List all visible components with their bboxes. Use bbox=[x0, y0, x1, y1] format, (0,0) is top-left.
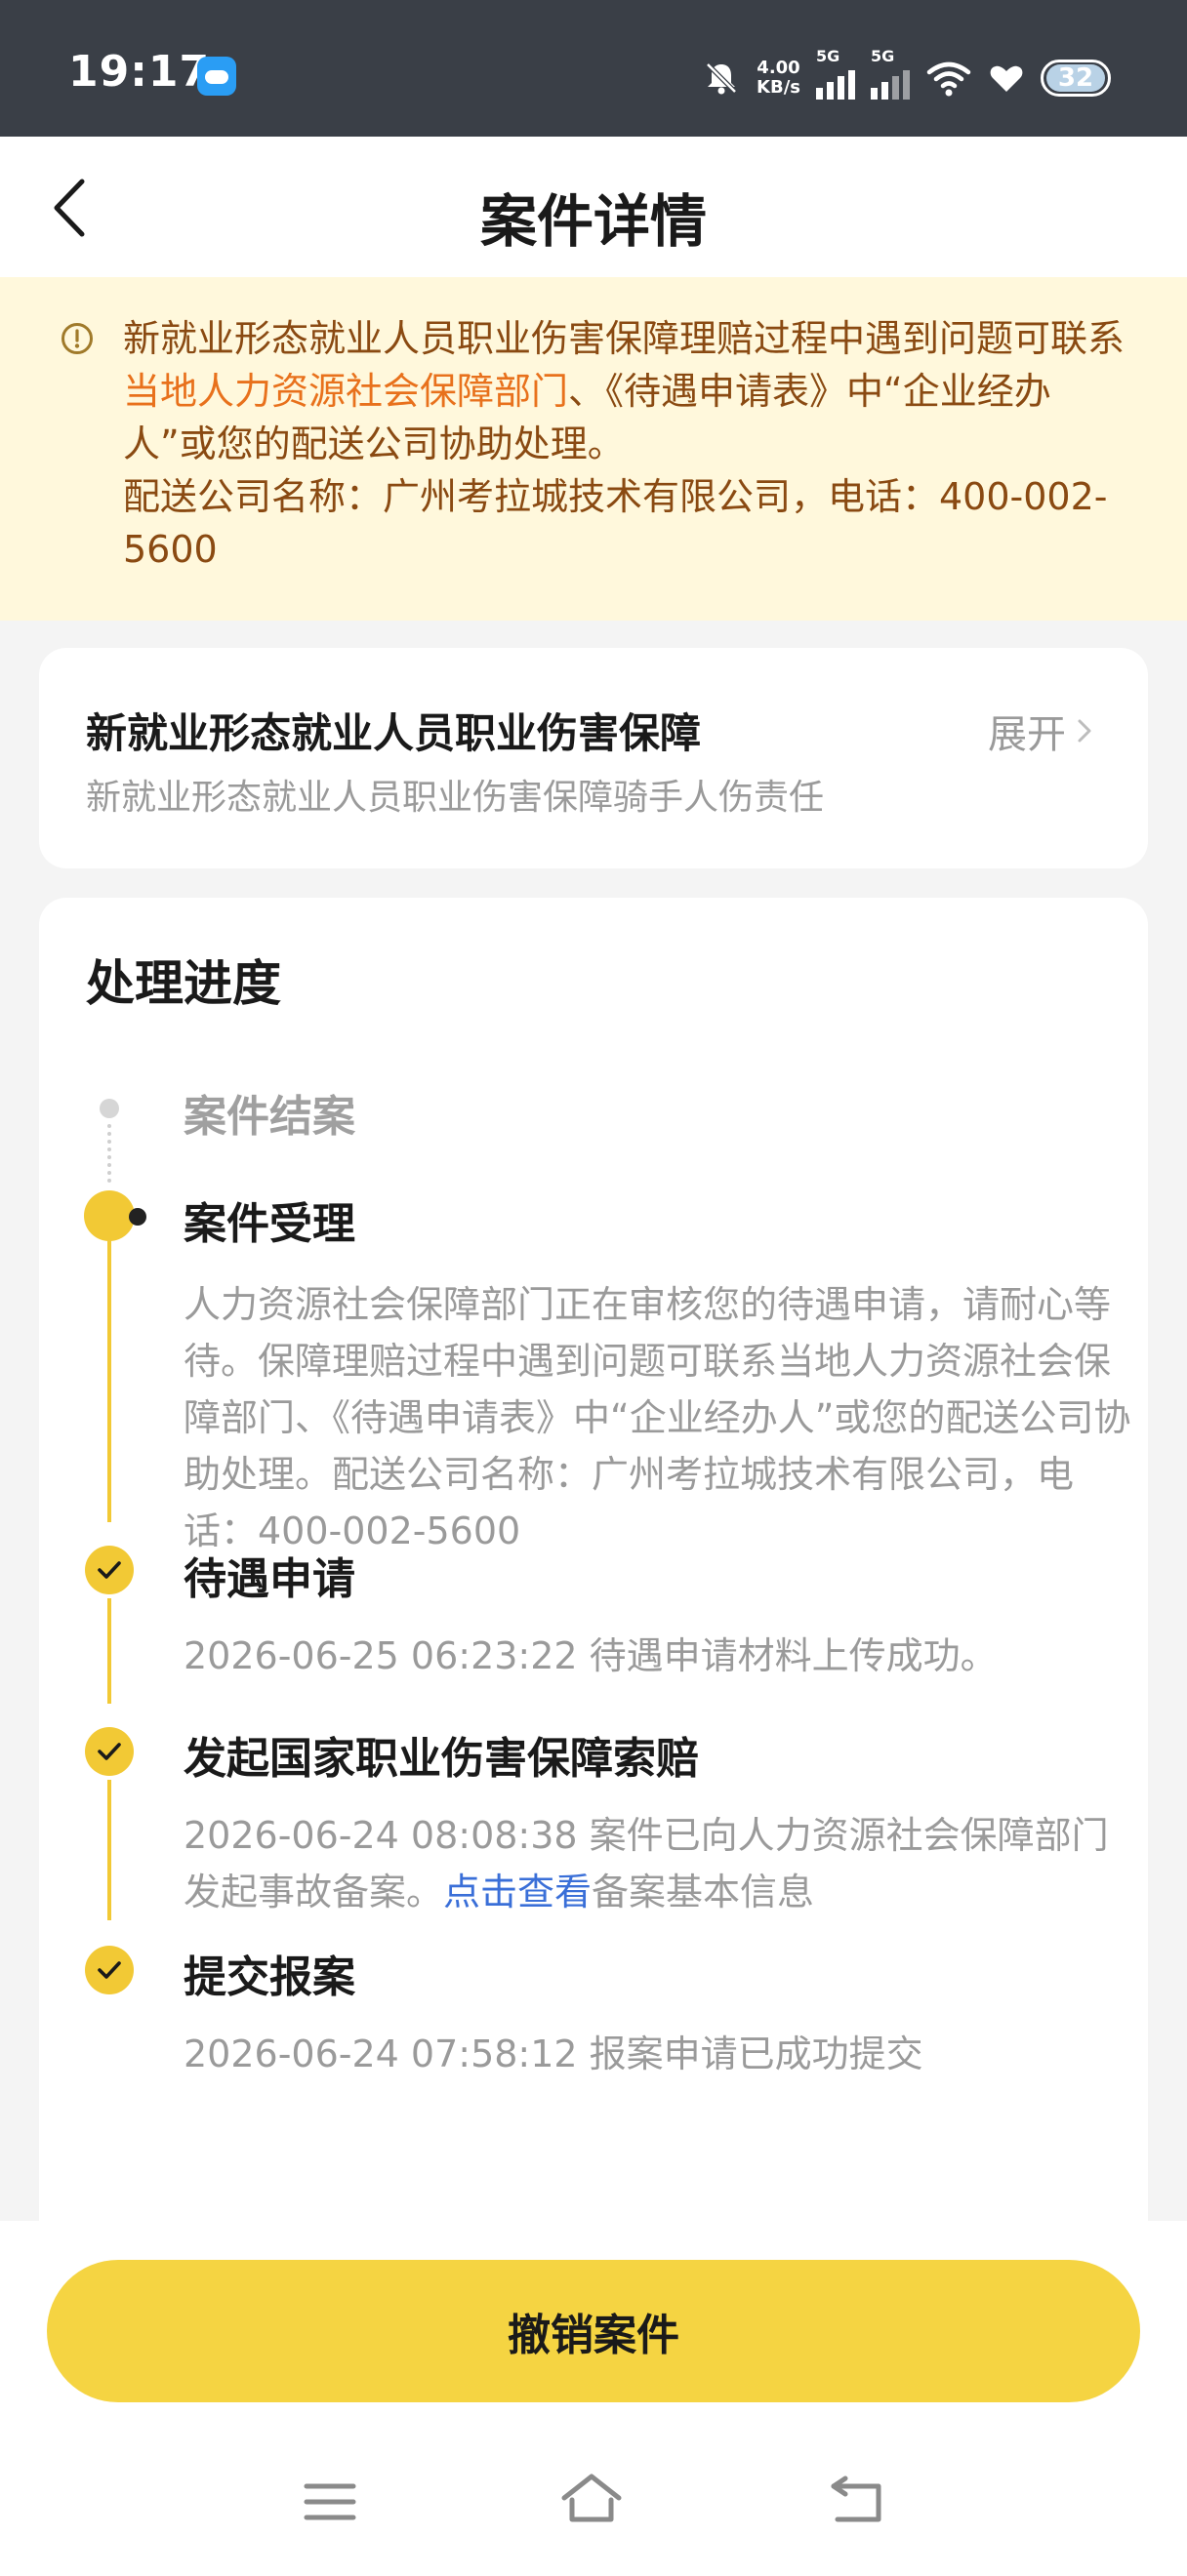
signal-label-2: 5G bbox=[871, 47, 895, 65]
mute-icon bbox=[706, 62, 737, 95]
status-icons: 4.00 KB/s 5G 5G 32 bbox=[702, 47, 1111, 109]
timeline-dot-pending bbox=[100, 1099, 119, 1118]
notice-text-part1: 新就业形态就业人员职业伤害保障理赔过程中遇到问题可联系 bbox=[123, 317, 1126, 360]
notice-link[interactable]: 当地人力资源社会保障部门 bbox=[123, 370, 568, 413]
heart-icon bbox=[990, 65, 1023, 92]
signal-icon-2: 5G bbox=[871, 47, 910, 100]
check-icon bbox=[98, 1561, 121, 1579]
expand-button[interactable]: 展开 bbox=[988, 703, 1093, 759]
notice-banner: 新就业形态就业人员职业伤害保障理赔过程中遇到问题可联系当地人力资源社会保障部门、… bbox=[0, 277, 1187, 621]
step-title-report-submitted: 提交报案 bbox=[184, 1952, 355, 2002]
back-icon[interactable] bbox=[826, 2475, 888, 2525]
timeline-connector bbox=[107, 1780, 111, 1920]
notice-company-line: 配送公司名称：广州考拉城技术有限公司，电话：400-002-5600 bbox=[123, 475, 1108, 571]
expand-label: 展开 bbox=[988, 712, 1066, 757]
signal-label-1: 5G bbox=[816, 47, 840, 65]
timeline-connector bbox=[107, 1220, 111, 1522]
net-speed: 4.00 KB/s bbox=[757, 59, 800, 98]
plan-title: 新就业形态就业人员职业伤害保障 bbox=[86, 709, 702, 757]
system-nav-bar bbox=[0, 2471, 1187, 2549]
timeline-dot-current bbox=[84, 1190, 146, 1241]
timeline-connector-dotted bbox=[107, 1124, 111, 1183]
step-title-benefit-application: 待遇申请 bbox=[184, 1554, 355, 1604]
step-desc-report-submitted: 2026-06-24 07:58:12 报案申请已成功提交 bbox=[184, 2033, 923, 2075]
step-desc-claim-initiated: 2026-06-24 08:08:38 案件已向人力资源社会保障部门发起事故备案… bbox=[184, 1807, 1140, 1920]
step-title-claim-initiated: 发起国家职业伤害保障索赔 bbox=[184, 1734, 699, 1784]
battery-icon: 32 bbox=[1041, 60, 1111, 97]
nav-header: 案件详情 bbox=[0, 137, 1187, 277]
step-desc-benefit-application: 2026-06-25 06:23:22 待遇申请材料上传成功。 bbox=[184, 1634, 998, 1677]
signal-icon-1: 5G bbox=[816, 47, 855, 100]
plan-subtitle: 新就业形态就业人员职业伤害保障骑手人伤责任 bbox=[86, 778, 825, 818]
cancel-case-button[interactable]: 撤销案件 bbox=[47, 2260, 1140, 2402]
plan-card[interactable]: 新就业形态就业人员职业伤害保障 新就业形态就业人员职业伤害保障骑手人伤责任 展开 bbox=[39, 648, 1148, 868]
battery-level: 32 bbox=[1046, 63, 1105, 93]
home-icon[interactable] bbox=[558, 2471, 625, 2525]
timeline-connector bbox=[107, 1598, 111, 1704]
timeline-dot-done bbox=[85, 1546, 134, 1594]
step-title-accepted: 案件受理 bbox=[184, 1199, 355, 1249]
notice-text: 新就业形态就业人员职业伤害保障理赔过程中遇到问题可联系当地人力资源社会保障部门、… bbox=[123, 312, 1138, 576]
bottom-bar: 撤销案件 bbox=[0, 2221, 1187, 2576]
wifi-icon bbox=[926, 61, 971, 97]
progress-card: 处理进度 案件结案 案件受理 人力资源社会保障部门正在审核您的待遇申请，请耐心等… bbox=[39, 898, 1148, 2225]
status-time: 19:17 bbox=[68, 47, 211, 97]
weather-icon bbox=[197, 57, 236, 96]
view-filing-link[interactable]: 点击查看 bbox=[443, 1871, 592, 1913]
step-desc-accepted: 人力资源社会保障部门正在审核您的待遇申请，请耐心等待。保障理赔过程中遇到问题可联… bbox=[184, 1283, 1131, 1552]
net-speed-value: 4.00 bbox=[757, 58, 800, 78]
progress-section-title: 处理进度 bbox=[86, 955, 281, 1012]
chevron-right-icon bbox=[1078, 719, 1091, 743]
menu-icon[interactable] bbox=[303, 2478, 357, 2525]
check-icon bbox=[98, 1743, 121, 1760]
step-desc-claim-part2: 备案基本信息 bbox=[592, 1871, 815, 1913]
timeline-dot-done bbox=[85, 1946, 134, 1994]
status-bar: 19:17 4.00 KB/s 5G 5G 32 bbox=[0, 0, 1187, 137]
net-speed-unit: KB/s bbox=[757, 77, 800, 98]
check-icon bbox=[98, 1961, 121, 1979]
info-circle-icon bbox=[61, 323, 93, 354]
timeline-dot-done bbox=[85, 1727, 134, 1776]
step-title-closed: 案件结案 bbox=[184, 1092, 355, 1142]
page-title: 案件详情 bbox=[479, 188, 707, 255]
